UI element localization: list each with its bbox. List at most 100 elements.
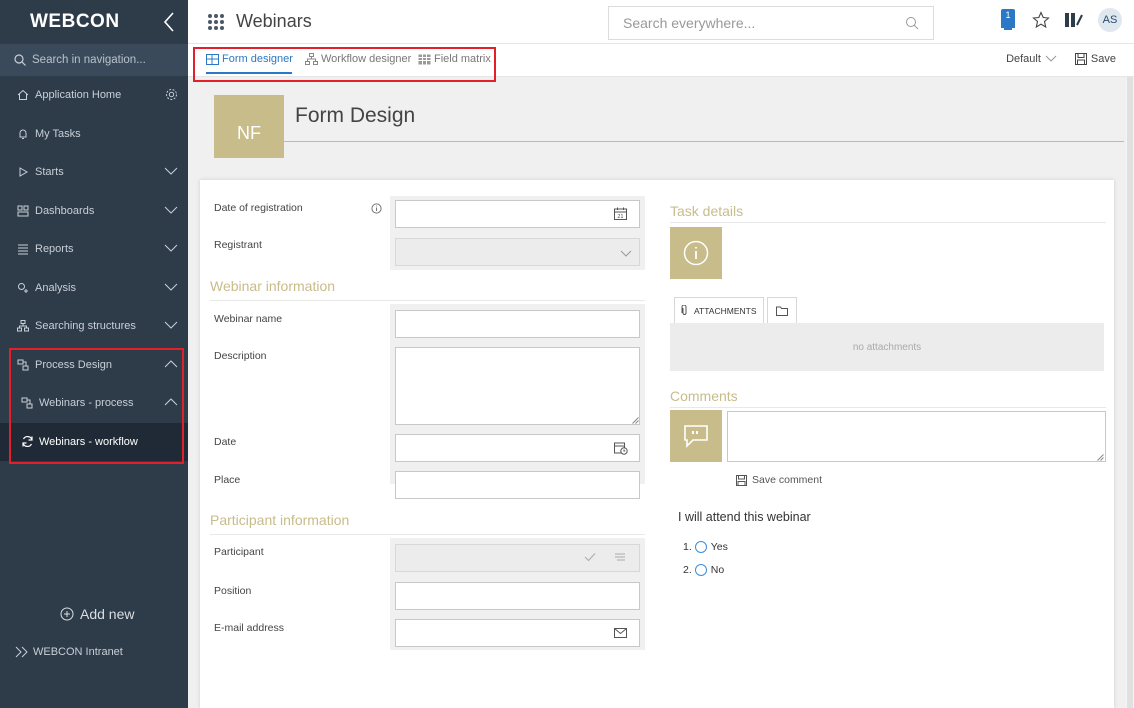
sidebar: WEBCON Search in navigation... Applicati… <box>0 0 188 708</box>
radio-option-no[interactable]: 2. No <box>683 564 724 576</box>
global-search-input[interactable]: Search everywhere... <box>608 6 934 40</box>
registrant-label: Registrant <box>214 239 262 251</box>
list-icon[interactable] <box>614 552 626 562</box>
edit-mode-icon[interactable] <box>1064 11 1084 29</box>
email-field[interactable] <box>395 619 640 647</box>
tasks-inbox-button[interactable]: 1 <box>998 9 1018 31</box>
sidebar-item-reports[interactable]: Reports <box>0 230 188 269</box>
chevron-down-icon[interactable] <box>164 166 178 176</box>
participant-field[interactable] <box>395 544 640 572</box>
webinar-name-field[interactable] <box>395 310 640 338</box>
chevron-down-icon[interactable] <box>620 250 632 258</box>
comment-textarea[interactable] <box>727 411 1106 462</box>
form-type-badge: NF <box>214 95 284 158</box>
gear-icon[interactable] <box>165 88 178 101</box>
section-comments: Comments <box>670 388 738 404</box>
plus-circle-icon <box>60 607 74 621</box>
save-button[interactable]: Save <box>1074 53 1116 65</box>
bell-icon <box>16 127 30 141</box>
date-registration-field[interactable] <box>395 200 640 228</box>
sidebar-item-my-tasks[interactable]: My Tasks <box>0 115 188 154</box>
radio-circle[interactable] <box>694 541 707 553</box>
search-icon[interactable] <box>905 16 919 30</box>
registrant-field[interactable] <box>395 238 640 266</box>
add-new-label: Add new <box>80 606 135 622</box>
sidebar-item-starts[interactable]: Starts <box>0 153 188 192</box>
default-view-dropdown[interactable]: Default <box>1006 53 1061 65</box>
checkmark-icon[interactable] <box>584 552 596 562</box>
date-label: Date <box>214 436 237 448</box>
resize-handle-icon[interactable] <box>1097 454 1104 461</box>
save-comment-button[interactable]: Save comment <box>736 474 822 486</box>
section-divider <box>210 534 645 535</box>
radio-circle[interactable] <box>694 564 707 576</box>
position-field[interactable] <box>395 582 640 610</box>
option-number: 1. <box>683 541 692 553</box>
collapse-sidebar-icon[interactable] <box>160 10 180 34</box>
chevron-down-icon[interactable] <box>164 243 178 253</box>
nav-search-input[interactable]: Search in navigation... <box>0 44 188 76</box>
save-label: Save <box>1090 53 1116 65</box>
app-launcher-icon[interactable] <box>208 13 224 30</box>
radio-option-yes[interactable]: 1. Yes <box>683 541 728 553</box>
webcon-intranet-link[interactable]: WEBCON Intranet <box>14 646 123 658</box>
webinar-name-label: Webinar name <box>214 313 283 325</box>
global-search-placeholder: Search everywhere... <box>623 15 756 31</box>
scrollbar-thumb[interactable] <box>1127 77 1133 708</box>
webcon-logo[interactable]: WEBCON <box>30 11 120 33</box>
title-divider <box>284 141 1124 142</box>
calendar-clock-icon[interactable] <box>614 441 628 455</box>
tab-workflow-designer[interactable]: Workflow designer <box>305 53 411 65</box>
dashboard-icon <box>16 204 30 218</box>
designer-right-tools: Default Save <box>1006 53 1116 65</box>
info-icon <box>683 240 709 266</box>
place-label: Place <box>214 474 241 486</box>
date-field[interactable] <box>395 434 640 462</box>
chevron-down-icon[interactable] <box>164 320 178 330</box>
play-icon <box>16 165 30 179</box>
star-icon[interactable] <box>1032 11 1050 29</box>
double-chevron-right-icon <box>15 646 28 658</box>
description-textarea[interactable] <box>395 347 640 425</box>
designer-toolbar: Form designer Workflow designer Field ma… <box>188 44 1134 82</box>
sidebar-item-analysis[interactable]: Analysis <box>0 269 188 308</box>
speech-bubble-icon <box>684 425 708 448</box>
report-icon <box>16 242 30 256</box>
sidebar-item-label: My Tasks <box>35 127 81 140</box>
user-avatar[interactable]: AS <box>1098 8 1122 32</box>
place-field[interactable] <box>395 471 640 499</box>
page-title: Form Design <box>295 104 416 127</box>
sidebar-item-label: Application Home <box>35 89 122 102</box>
info-icon[interactable] <box>371 203 382 214</box>
chevron-down-icon[interactable] <box>164 205 178 215</box>
tab-form-designer[interactable]: Form designer <box>206 53 293 65</box>
sidebar-item-dashboards[interactable]: Dashboards <box>0 192 188 231</box>
sidebar-item-application-home[interactable]: Application Home <box>0 76 188 115</box>
tab-label: Form designer <box>222 53 293 65</box>
task-info-tile[interactable] <box>670 227 722 279</box>
chevron-down-icon[interactable] <box>164 282 178 292</box>
page-scrollbar[interactable] <box>1126 77 1134 708</box>
sidebar-item-searching-structures[interactable]: Searching structures <box>0 307 188 346</box>
search-icon <box>14 54 26 66</box>
sidebar-item-label: Analysis <box>35 281 76 294</box>
logo-bar: WEBCON <box>0 0 188 44</box>
save-comment-label: Save comment <box>752 474 823 486</box>
svg-text:21: 21 <box>617 214 623 220</box>
save-icon <box>736 474 747 486</box>
analysis-icon <box>16 281 30 295</box>
home-icon <box>16 88 30 102</box>
attachments-tab-label: ATTACHMENTS <box>694 305 757 316</box>
attachments-tab[interactable]: ATTACHMENTS <box>674 297 764 323</box>
resize-handle-icon[interactable] <box>632 417 639 424</box>
add-new-button[interactable]: Add new <box>60 606 134 622</box>
sidebar-item-label: Dashboards <box>35 204 95 217</box>
save-icon <box>1074 53 1087 65</box>
envelope-icon[interactable] <box>614 628 627 638</box>
tab-field-matrix[interactable]: Field matrix <box>418 53 491 65</box>
top-header: Webinars Search everywhere... 1 AS <box>188 0 1134 44</box>
form-canvas: Date of registration 21 Registrant Webin… <box>200 180 1114 708</box>
sidebar-item-label: Searching structures <box>35 320 136 333</box>
calendar-icon[interactable]: 21 <box>614 207 627 220</box>
attachments-folder-tab[interactable] <box>767 297 797 323</box>
